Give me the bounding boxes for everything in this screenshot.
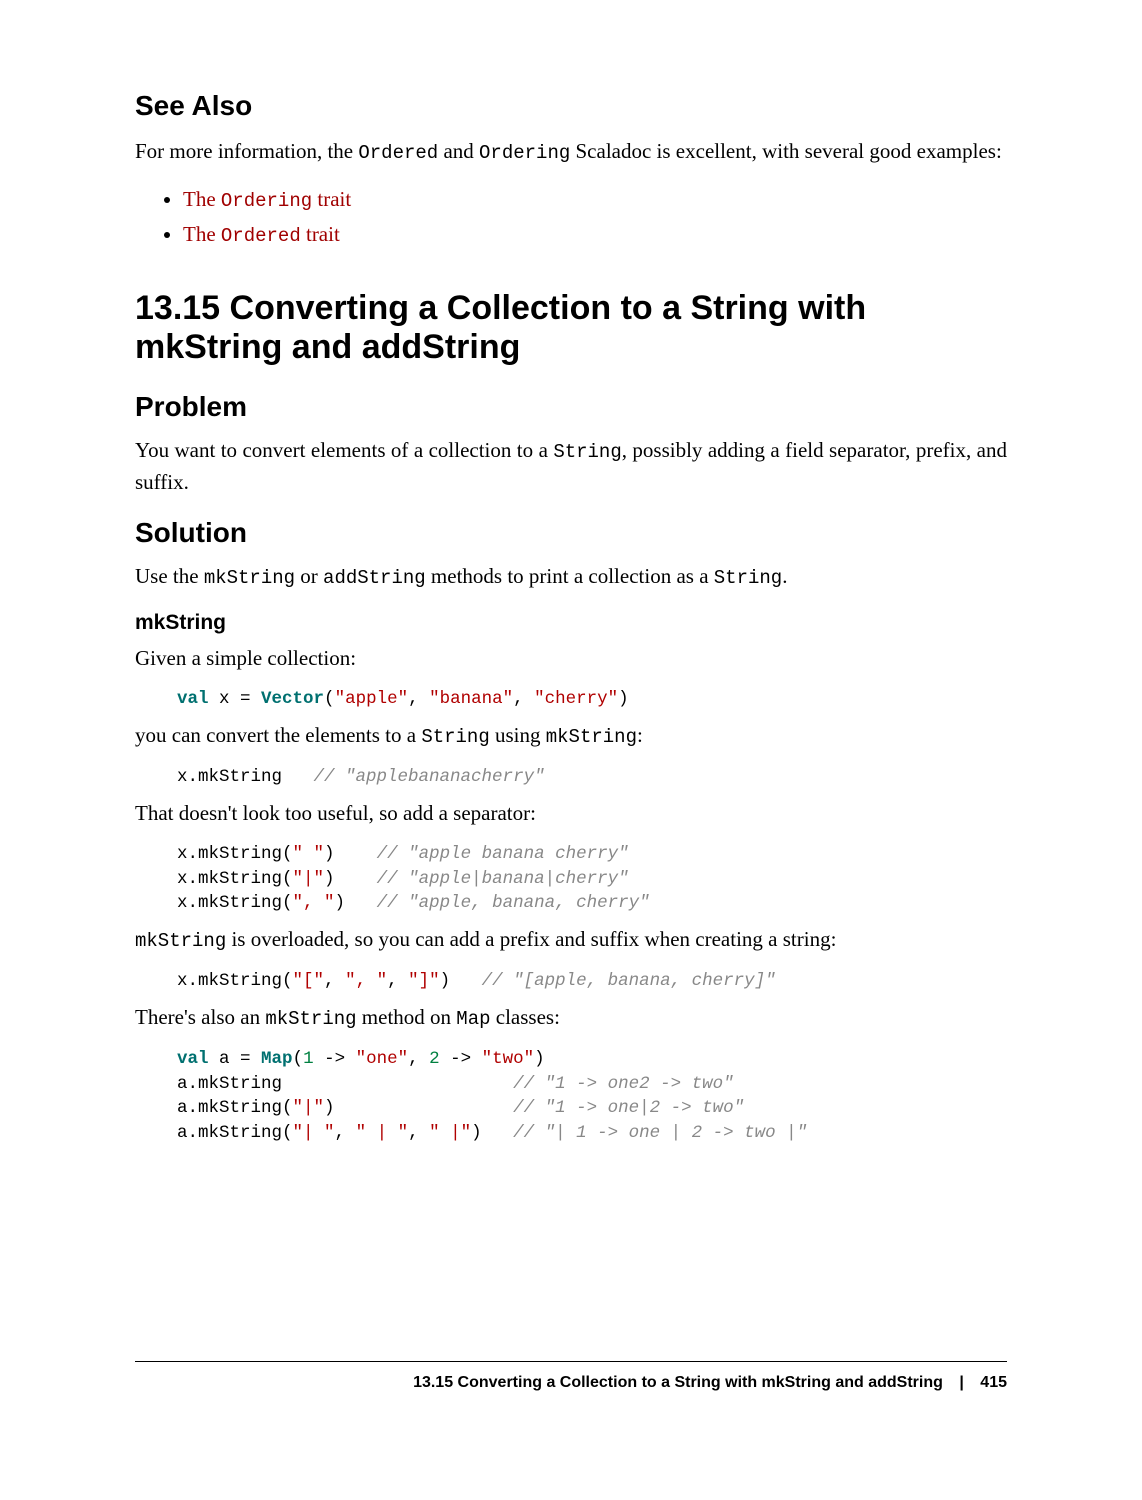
mkstring-p3: That doesn't look too useful, so add a s… (135, 798, 1007, 828)
text: Scaladoc is excellent, with several good… (570, 139, 1002, 163)
code-block-3: x.mkString(" ") // "apple banana cherry"… (177, 842, 1007, 916)
solution-heading: Solution (135, 517, 1007, 549)
see-also-heading: See Also (135, 90, 1007, 122)
ordering-trait-link[interactable]: The Ordering trait (183, 187, 351, 211)
text: Use the (135, 564, 204, 588)
code-string: String (421, 726, 489, 748)
code-ordered: Ordered (358, 142, 438, 164)
code-mkstring: mkString (546, 726, 637, 748)
footer-title: 13.15 Converting a Collection to a Strin… (413, 1374, 943, 1391)
see-also-links: The Ordering trait The Ordered trait (135, 182, 1007, 253)
text: : (637, 723, 643, 747)
text: methods to print a collection as a (426, 564, 714, 588)
mkstring-heading: mkString (135, 611, 1007, 635)
code-addstring: addString (323, 567, 426, 589)
code-mkstring: mkString (204, 567, 295, 589)
code-mkstring: mkString (135, 930, 226, 952)
mkstring-p5: There's also an mkString method on Map c… (135, 1002, 1007, 1034)
text: method on (357, 1005, 457, 1029)
footer-rule (135, 1361, 1007, 1362)
footer-separator: | (959, 1374, 963, 1392)
text: You want to convert elements of a collec… (135, 438, 553, 462)
code-mkstring: mkString (265, 1008, 356, 1030)
ordered-trait-link[interactable]: The Ordered trait (183, 222, 340, 246)
text: and (438, 139, 479, 163)
code-block-1: val x = Vector("apple", "banana", "cherr… (177, 687, 1007, 712)
text: . (782, 564, 787, 588)
code-block-2: x.mkString // "applebananacherry" (177, 765, 1007, 790)
page-footer: 13.15 Converting a Collection to a Strin… (413, 1374, 1007, 1392)
code-map: Map (456, 1008, 490, 1030)
solution-intro: Use the mkString or addString methods to… (135, 561, 1007, 593)
section-title: 13.15 Converting a Collection to a Strin… (135, 289, 1007, 367)
mkstring-p4: mkString is overloaded, so you can add a… (135, 924, 1007, 956)
list-item: The Ordering trait (183, 182, 1007, 218)
problem-text: You want to convert elements of a collec… (135, 435, 1007, 497)
text: is overloaded, so you can add a prefix a… (226, 927, 836, 951)
text: For more information, the (135, 139, 358, 163)
page-number: 415 (980, 1374, 1007, 1391)
problem-heading: Problem (135, 391, 1007, 423)
mkstring-p2: you can convert the elements to a String… (135, 720, 1007, 752)
text: using (490, 723, 546, 747)
mkstring-p1: Given a simple collection: (135, 643, 1007, 673)
text: or (295, 564, 323, 588)
code-block-4: x.mkString("[", ", ", "]") // "[apple, b… (177, 969, 1007, 994)
text: classes: (491, 1005, 560, 1029)
text: you can convert the elements to a (135, 723, 421, 747)
page: See Also For more information, the Order… (0, 0, 1142, 1500)
code-ordering: Ordering (479, 142, 570, 164)
code-block-5: val a = Map(1 -> "one", 2 -> "two") a.mk… (177, 1047, 1007, 1145)
code-string: String (714, 567, 782, 589)
code-string: String (553, 441, 621, 463)
see-also-intro: For more information, the Ordered and Or… (135, 136, 1007, 168)
text: There's also an (135, 1005, 265, 1029)
list-item: The Ordered trait (183, 217, 1007, 253)
